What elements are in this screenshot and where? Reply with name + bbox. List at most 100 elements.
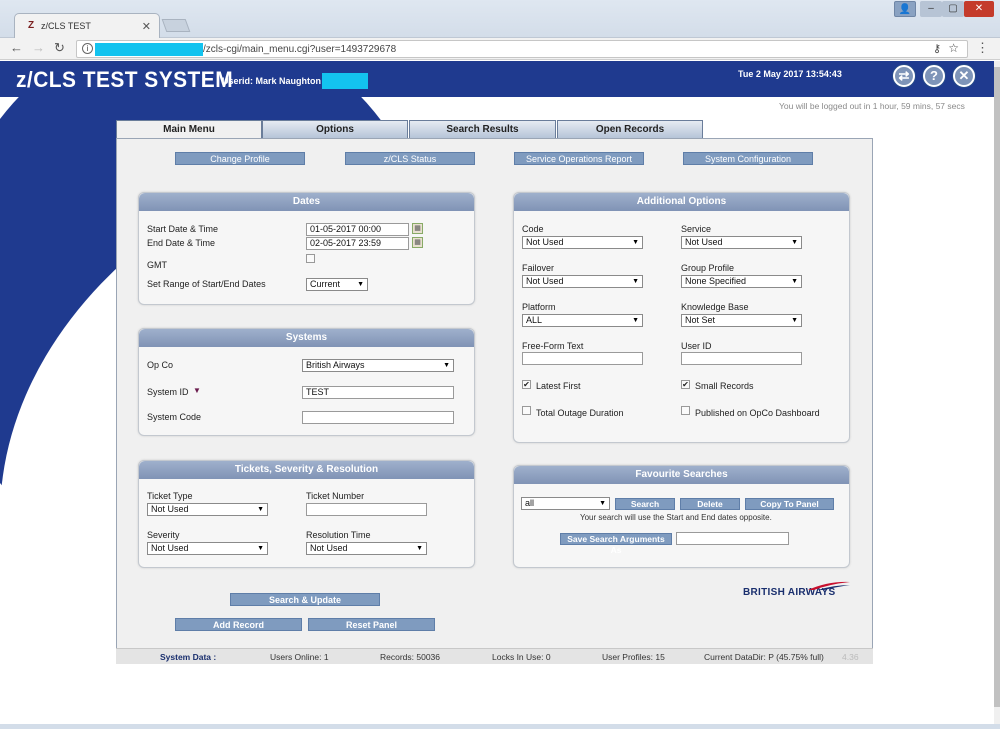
group-profile-label: Group Profile	[681, 263, 735, 273]
start-date-input[interactable]: 01-05-2017 00:00	[306, 223, 409, 236]
ticket-type-label: Ticket Type	[147, 491, 193, 501]
tab-title: z/CLS TEST	[41, 21, 91, 31]
logout-timer: You will be logged out in 1 hour, 59 min…	[779, 101, 965, 111]
locks-in-use: Locks In Use: 0	[492, 652, 551, 662]
dropdown-arrow-icon: ▼	[632, 317, 639, 324]
code-select[interactable]: Not Used ▼	[522, 236, 643, 249]
window-close-icon[interactable]: ✕	[964, 1, 994, 17]
system-id-dropdown-icon[interactable]: ▼	[193, 386, 201, 395]
system-code-input[interactable]	[302, 411, 454, 424]
tab-open-records[interactable]: Open Records	[557, 120, 703, 138]
failover-value: Not Used	[526, 276, 564, 286]
tickets-header: Tickets, Severity & Resolution	[139, 461, 474, 479]
refresh-icon[interactable]: ⇄	[893, 65, 915, 87]
ticket-number-input[interactable]	[306, 503, 427, 516]
range-label: Set Range of Start/End Dates	[147, 279, 266, 289]
calendar-icon[interactable]: ▦	[412, 223, 423, 234]
service-operations-report-button[interactable]: Service Operations Report	[514, 152, 644, 165]
favourite-delete-button[interactable]: Delete	[680, 498, 740, 510]
favourite-search-button[interactable]: Search	[615, 498, 675, 510]
knowledge-base-select[interactable]: Not Set ▼	[681, 314, 802, 327]
change-profile-button[interactable]: Change Profile	[175, 152, 305, 165]
info-icon[interactable]: i	[82, 43, 93, 54]
ticket-number-label: Ticket Number	[306, 491, 365, 501]
system-id-input[interactable]: TEST	[302, 386, 454, 399]
service-label: Service	[681, 224, 712, 234]
minimize-icon[interactable]: –	[920, 1, 942, 17]
opco-select-value: British Airways	[306, 360, 365, 370]
user-id-label: User ID	[681, 341, 712, 351]
system-id-label: System ID	[147, 387, 189, 397]
latest-first-checkbox[interactable]: ✔	[522, 380, 531, 389]
latest-first-label: Latest First	[536, 381, 581, 391]
system-title: z/CLS TEST SYSTEM	[16, 67, 234, 92]
code-label: Code	[522, 224, 544, 234]
calendar-icon[interactable]: ▦	[412, 237, 423, 248]
scrollbar-thumb[interactable]	[994, 67, 1000, 707]
favourite-select[interactable]: all ▼	[521, 497, 610, 510]
total-outage-checkbox[interactable]	[522, 406, 531, 415]
tab-options[interactable]: Options	[262, 120, 408, 138]
save-search-button[interactable]: Save Search Arguments As	[560, 533, 672, 555]
service-select[interactable]: Not Used ▼	[681, 236, 802, 249]
dropdown-arrow-icon: ▼	[599, 500, 606, 507]
severity-value: Not Used	[151, 543, 189, 553]
user-id-input[interactable]	[681, 352, 802, 365]
header-datetime: Tue 2 May 2017 13:54:43	[738, 69, 842, 79]
severity-label: Severity	[147, 530, 180, 540]
records-count: Records: 50036	[380, 652, 441, 662]
resolution-time-select[interactable]: Not Used ▼	[306, 542, 427, 555]
system-configuration-button[interactable]: System Configuration	[683, 152, 813, 165]
forward-arrow-icon[interactable]: →	[32, 40, 45, 55]
page-scrollbar[interactable]	[994, 61, 1000, 724]
copy-to-panel-button[interactable]: Copy To Panel	[745, 498, 834, 510]
free-form-input[interactable]	[522, 352, 643, 365]
group-profile-select[interactable]: None Specified ▼	[681, 275, 802, 288]
zcls-status-button[interactable]: z/CLS Status	[345, 152, 475, 165]
favourite-select-value: all	[525, 498, 535, 508]
gmt-checkbox[interactable]	[306, 254, 315, 263]
redacted-user	[322, 73, 368, 89]
small-records-checkbox[interactable]: ✔	[681, 380, 690, 389]
key-icon[interactable]: ⚷	[933, 42, 941, 55]
address-bar[interactable]: i /zcls-cgi/main_menu.cgi?user=149372967…	[76, 40, 968, 58]
zcls-favicon-icon: Z	[27, 20, 35, 31]
browser-menu-icon[interactable]: ⋮	[976, 40, 989, 56]
bookmark-star-icon[interactable]: ☆	[948, 41, 959, 55]
logout-close-icon[interactable]: ✕	[953, 65, 975, 87]
search-update-button[interactable]: Search & Update	[230, 593, 380, 606]
users-online: Users Online: 1	[270, 652, 329, 662]
opco-label: Op Co	[147, 360, 174, 370]
add-record-button[interactable]: Add Record	[175, 618, 302, 631]
profile-icon[interactable]: 👤	[894, 1, 916, 17]
back-arrow-icon[interactable]: ←	[10, 40, 23, 55]
browser-tab[interactable]: Z z/CLS TEST ✕	[14, 13, 160, 39]
tab-close-icon[interactable]: ✕	[142, 20, 151, 33]
new-tab-button[interactable]	[161, 19, 191, 32]
total-outage-label: Total Outage Duration	[536, 408, 624, 418]
opco-select[interactable]: British Airways ▼	[302, 359, 454, 372]
end-date-input[interactable]: 02-05-2017 23:59	[306, 237, 409, 250]
reload-icon[interactable]: ↻	[54, 40, 65, 56]
favourite-searches-header: Favourite Searches	[514, 466, 849, 484]
tab-search-results[interactable]: Search Results	[409, 120, 556, 138]
tab-main-menu[interactable]: Main Menu	[116, 120, 262, 139]
resolution-time-value: Not Used	[310, 543, 348, 553]
failover-select[interactable]: Not Used ▼	[522, 275, 643, 288]
save-search-name-input[interactable]	[676, 532, 789, 545]
systems-header: Systems	[139, 329, 474, 347]
range-select[interactable]: Current ▼	[306, 278, 368, 291]
severity-select[interactable]: Not Used ▼	[147, 542, 268, 555]
url-text: /zcls-cgi/main_menu.cgi?user=1493729678	[203, 44, 397, 55]
platform-select[interactable]: ALL ▼	[522, 314, 643, 327]
ticket-type-select[interactable]: Not Used ▼	[147, 503, 268, 516]
dropdown-arrow-icon: ▼	[791, 239, 798, 246]
version-number: 4.36	[842, 652, 859, 662]
help-icon[interactable]: ?	[923, 65, 945, 87]
published-checkbox[interactable]	[681, 406, 690, 415]
dropdown-arrow-icon: ▼	[257, 545, 264, 552]
start-date-label: Start Date & Time	[147, 224, 219, 234]
reset-panel-button[interactable]: Reset Panel	[308, 618, 435, 631]
maximize-icon[interactable]: ▢	[942, 1, 964, 17]
knowledge-base-label: Knowledge Base	[681, 302, 749, 312]
